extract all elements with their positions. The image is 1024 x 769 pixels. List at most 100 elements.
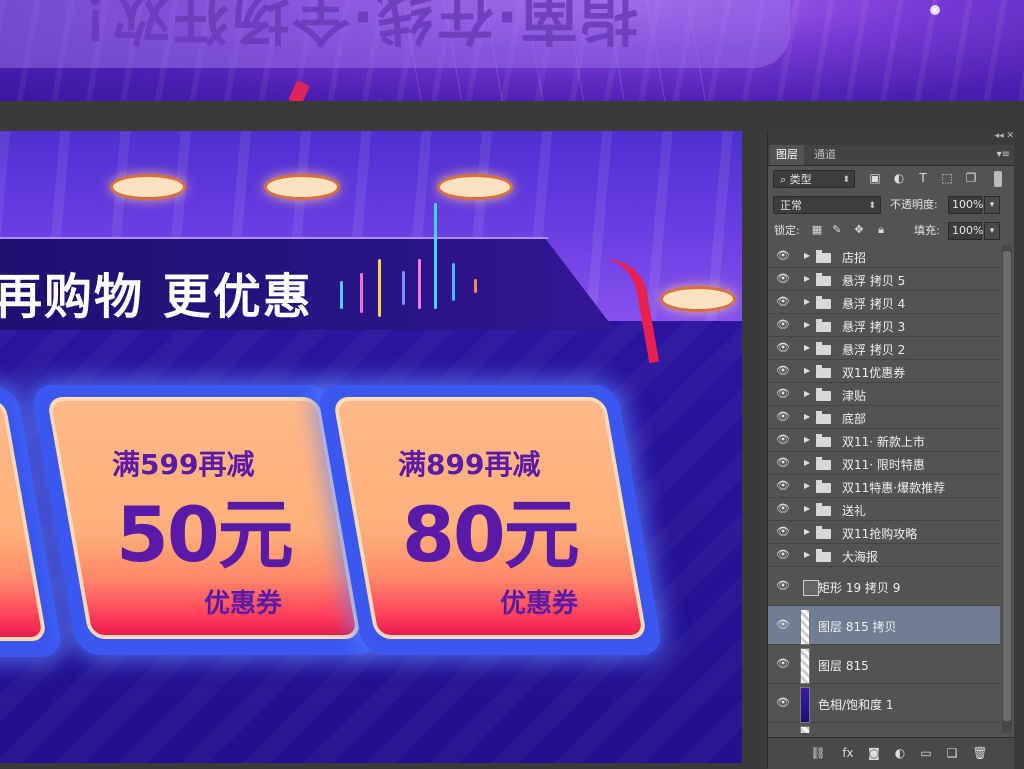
link-layers-icon[interactable]: ⛓︎ [810, 746, 826, 760]
filter-toggle[interactable] [994, 171, 1002, 187]
shape-filter-icon[interactable]: ⬚ [940, 171, 954, 185]
layer-name[interactable]: 津贴 [842, 387, 866, 404]
fx-icon[interactable]: fx [840, 746, 856, 760]
adjustment-layer-icon[interactable]: ◐ [892, 746, 908, 760]
layer-list-scrollbar[interactable] [1002, 245, 1012, 733]
visibility-eye-icon[interactable]: 👁︎ [776, 502, 790, 515]
opacity-input[interactable]: 100% [948, 196, 983, 214]
layer-row[interactable]: 👁︎ 图层 815 [768, 645, 1000, 684]
visibility-eye-icon[interactable]: 👁︎ [776, 387, 790, 400]
visibility-eye-icon[interactable]: 👁︎ [776, 525, 790, 538]
visibility-eye-icon[interactable]: 👁︎ [776, 249, 790, 262]
layer-row[interactable]: 👁︎ ▶ 悬浮 拷贝 2 [768, 337, 1000, 360]
layer-row[interactable]: 👁︎ ▶ 双11· 新款上市 [768, 429, 1000, 452]
layer-row[interactable]: 👁︎ ▶ 津贴 [768, 383, 1000, 406]
collapse-icon[interactable]: ◂◂ ✕ [995, 131, 1014, 141]
layer-name[interactable]: 悬浮 拷贝 2 [842, 341, 905, 358]
lock-position-icon[interactable]: ✥ [852, 223, 866, 237]
image-filter-icon[interactable]: ▣ [868, 171, 882, 185]
layer-name[interactable]: 色相/饱和度 1 [818, 696, 894, 713]
layer-name[interactable]: 双11抢购攻略 [842, 525, 917, 542]
visibility-eye-icon[interactable]: 👁︎ [776, 456, 790, 469]
trash-icon[interactable]: 🗑︎ [972, 746, 988, 760]
new-group-icon[interactable]: ▭ [918, 746, 934, 760]
document-canvas[interactable]: 再购物 更优惠 满599再减 50元 优惠券 满899再减 80元 优惠券 [0, 131, 742, 763]
opacity-dropdown[interactable]: ▾ [984, 196, 1000, 214]
scroll-thumb[interactable] [1003, 251, 1011, 721]
lock-transparent-icon[interactable]: ▦ [810, 223, 824, 237]
new-layer-icon[interactable]: ❏ [944, 746, 960, 760]
visibility-eye-icon[interactable]: 👁︎ [776, 272, 790, 285]
expand-triangle-icon[interactable]: ▶ [804, 481, 810, 490]
lock-pixels-icon[interactable]: ✎ [830, 223, 844, 237]
layer-name[interactable]: 送礼 [842, 502, 866, 519]
layer-name[interactable]: 双11· 新款上市 [842, 433, 925, 450]
expand-triangle-icon[interactable]: ▶ [804, 550, 810, 559]
layer-row[interactable]: 👁︎ ▶ 双11特惠·爆款推荐 [768, 475, 1000, 498]
layer-row[interactable]: 👁︎ ▶ 大海报 [768, 544, 1000, 567]
tab-layers[interactable]: 图层 [770, 145, 804, 165]
visibility-eye-icon[interactable]: 👁︎ [776, 696, 790, 709]
layer-name[interactable]: 双11优惠券 [842, 364, 905, 381]
adjustment-filter-icon[interactable]: ◐ [892, 171, 906, 185]
expand-triangle-icon[interactable]: ▶ [804, 389, 810, 398]
layer-row[interactable]: 👁︎ ▶ 底部 [768, 406, 1000, 429]
blend-mode-select[interactable]: 正常 ⬍ [773, 196, 881, 214]
layer-row[interactable]: 👁︎ ▶ 悬浮 拷贝 5 [768, 268, 1000, 291]
layer-name[interactable]: 双11特惠·爆款推荐 [842, 479, 945, 496]
lock-all-icon[interactable]: 🔒︎ [874, 223, 888, 237]
layer-name[interactable]: 大海报 [842, 548, 878, 565]
layer-row[interactable]: 👁︎ ▶ 悬浮 拷贝 4 [768, 291, 1000, 314]
panel-menu-icon[interactable]: ▾≡ [997, 145, 1010, 165]
layer-row[interactable]: 👁︎ ▶ 送礼 [768, 498, 1000, 521]
visibility-eye-icon[interactable]: 👁︎ [776, 318, 790, 331]
layer-name[interactable]: 图层 815 拷贝 [818, 618, 897, 635]
layer-name[interactable]: 双11· 限时特惠 [842, 456, 925, 473]
expand-triangle-icon[interactable]: ▶ [804, 435, 810, 444]
layer-name[interactable]: 悬浮 拷贝 4 [842, 295, 905, 312]
visibility-eye-icon[interactable]: 👁︎ [776, 433, 790, 446]
expand-triangle-icon[interactable]: ▶ [804, 412, 810, 421]
layer-row[interactable]: 👁︎ ▶ 双11抢购攻略 [768, 521, 1000, 544]
visibility-eye-icon[interactable]: 👁︎ [776, 295, 790, 308]
visibility-eye-icon[interactable]: 👁︎ [776, 618, 790, 631]
layer-name[interactable]: 底部 [842, 410, 866, 427]
add-mask-icon[interactable]: ◙ [866, 746, 882, 760]
fill-dropdown[interactable]: ▾ [984, 222, 1000, 240]
visibility-eye-icon[interactable]: 👁︎ [776, 479, 790, 492]
layer-row[interactable]: 👁︎ ▶ 悬浮 拷贝 3 [768, 314, 1000, 337]
visibility-eye-icon[interactable]: 👁︎ [776, 410, 790, 423]
expand-triangle-icon[interactable]: ▶ [804, 297, 810, 306]
expand-triangle-icon[interactable]: ▶ [804, 527, 810, 536]
layer-name[interactable]: 悬浮 拷贝 5 [842, 272, 905, 289]
layer-row[interactable]: 👁︎ 色相/饱和度 1 [768, 684, 1000, 723]
smart-object-filter-icon[interactable]: ❐ [964, 171, 978, 185]
expand-triangle-icon[interactable]: ▶ [804, 366, 810, 375]
visibility-eye-icon[interactable]: 👁︎ [776, 657, 790, 670]
layer-name[interactable]: 矩形 19 拷贝 9 [818, 579, 900, 596]
layer-row[interactable]: 👁︎ ▶ 店招 [768, 245, 1000, 268]
tab-channels[interactable]: 通道 [808, 145, 842, 165]
layer-name[interactable]: 店招 [842, 249, 866, 266]
layer-row[interactable]: 👁︎ ▶ 双11优惠券 [768, 360, 1000, 383]
type-filter-icon[interactable]: T [916, 171, 930, 185]
layer-row[interactable]: 👁︎ ▶ 双11· 限时特惠 [768, 452, 1000, 475]
expand-triangle-icon[interactable]: ▶ [804, 458, 810, 467]
expand-triangle-icon[interactable]: ▶ [804, 320, 810, 329]
visibility-eye-icon[interactable]: 👁︎ [776, 579, 790, 592]
expand-triangle-icon[interactable]: ▶ [804, 504, 810, 513]
layer-row[interactable]: 👁︎图层 [768, 723, 1000, 733]
layer-row[interactable]: 👁︎ 矩形 19 拷贝 9 [768, 567, 1000, 606]
expand-triangle-icon[interactable]: ▶ [804, 274, 810, 283]
filter-kind-select[interactable]: ⌕ 类型 ⬍ [773, 170, 855, 188]
layer-row[interactable]: 👁︎ 图层 815 拷贝 [768, 606, 1000, 645]
visibility-eye-icon[interactable]: 👁︎ [776, 341, 790, 354]
layer-name[interactable]: 图层 815 [818, 657, 869, 674]
layer-name[interactable]: 悬浮 拷贝 3 [842, 318, 905, 335]
fill-input[interactable]: 100% [948, 222, 983, 240]
panel-header-strip[interactable]: ◂◂ ✕ [768, 131, 1014, 145]
visibility-eye-icon[interactable]: 👁︎ [776, 364, 790, 377]
expand-triangle-icon[interactable]: ▶ [804, 343, 810, 352]
expand-triangle-icon[interactable]: ▶ [804, 251, 810, 260]
visibility-eye-icon[interactable]: 👁︎ [776, 548, 790, 561]
